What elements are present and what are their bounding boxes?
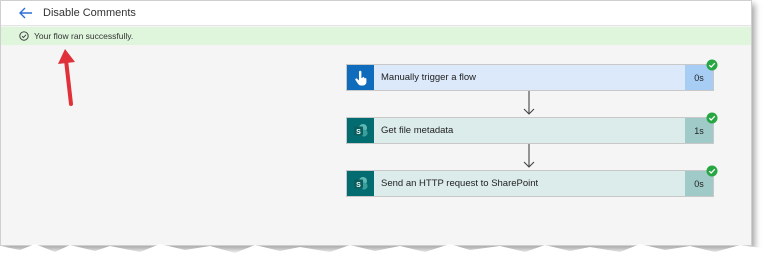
sharepoint-icon: S	[347, 171, 374, 196]
annotation-arrow-icon	[58, 49, 75, 106]
success-check-icon	[706, 112, 718, 124]
banner-message: Your flow ran successfully.	[34, 31, 134, 41]
svg-text:S: S	[356, 128, 361, 135]
flow-step-trigger[interactable]: Manually trigger a flow 0s	[346, 59, 718, 91]
top-bar: Disable Comments	[1, 1, 751, 26]
connector-arrow-icon	[523, 144, 535, 168]
step-label: Send an HTTP request to SharePoint	[381, 178, 539, 189]
flow-step-send-http-request[interactable]: S Send an HTTP request to SharePoint 0s	[346, 165, 718, 197]
hand-tap-icon	[347, 65, 374, 90]
page-title: Disable Comments	[43, 7, 136, 19]
svg-text:S: S	[356, 181, 361, 188]
success-check-icon	[706, 165, 718, 177]
success-banner: Your flow ran successfully.	[1, 27, 751, 45]
success-check-icon	[706, 59, 718, 71]
torn-edge-decoration	[0, 244, 768, 264]
check-circle-icon	[19, 31, 29, 41]
connector-arrow-icon	[523, 91, 535, 115]
back-arrow-icon[interactable]	[17, 5, 35, 21]
step-label: Manually trigger a flow	[381, 72, 477, 83]
sharepoint-icon: S	[347, 118, 374, 143]
app-window: Disable Comments Your flow ran successfu…	[0, 0, 752, 246]
flow-step-get-file-metadata[interactable]: S Get file metadata 1s	[346, 112, 718, 144]
step-label: Get file metadata	[381, 125, 454, 136]
